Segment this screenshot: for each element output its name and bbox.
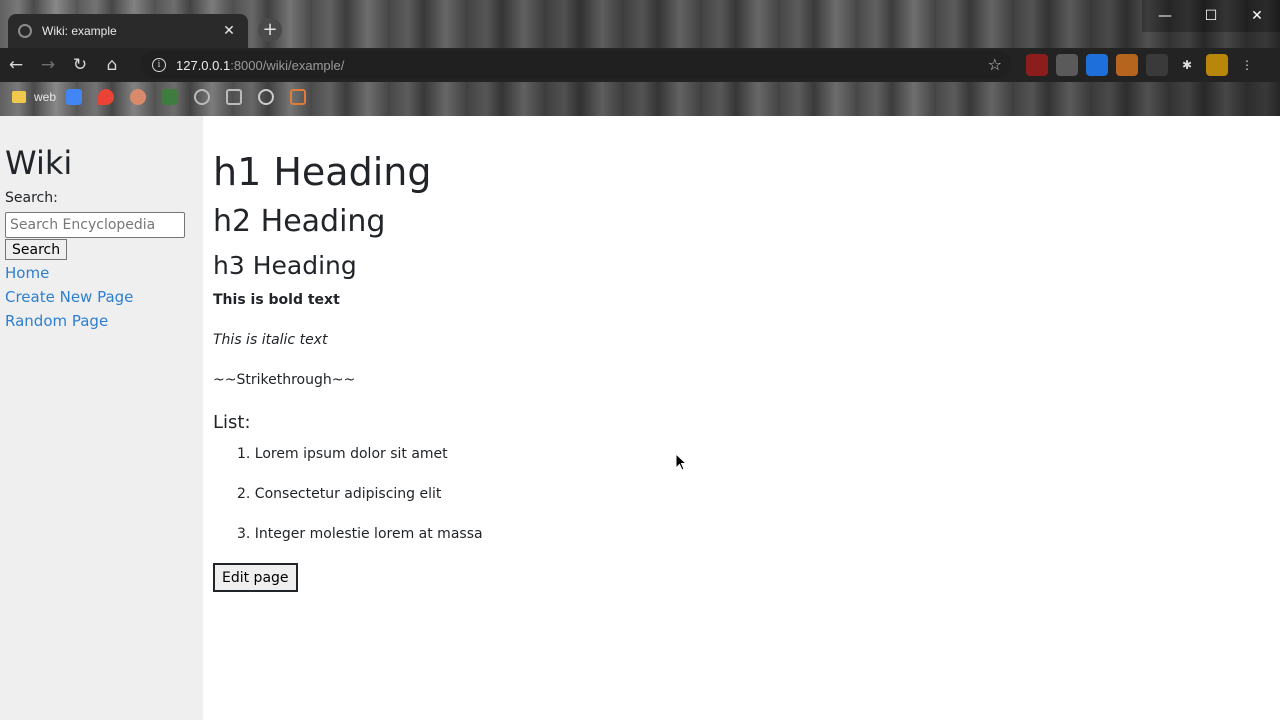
reload-icon[interactable]: ↻	[64, 49, 96, 81]
main-content: h1 Heading h2 Heading h3 Heading This is…	[213, 116, 1273, 720]
new-tab-button[interactable]: +	[258, 18, 282, 42]
map-pin-icon	[98, 89, 115, 105]
bookmark-face[interactable]	[130, 89, 152, 105]
bookmark-box[interactable]	[226, 89, 248, 105]
sidebar-link-home[interactable]: Home	[5, 263, 198, 284]
bookmark-maps[interactable]	[98, 89, 120, 105]
bold-text: This is bold text	[213, 292, 340, 308]
window-controls: — ☐ ✕	[1142, 0, 1280, 32]
mouse-cursor-icon	[675, 453, 687, 471]
list-heading: List:	[213, 412, 251, 433]
minimize-icon[interactable]: —	[1142, 0, 1188, 32]
box-icon	[226, 89, 243, 105]
forward-arrow-icon[interactable]: →	[32, 49, 64, 81]
url-path: :8000/wiki/example/	[230, 57, 345, 73]
browser-tab[interactable]: Wiki: example ✕	[8, 14, 248, 48]
profile-avatar-icon[interactable]	[1206, 54, 1228, 76]
strikethrough-text: ~~Strikethrough~~	[213, 372, 356, 388]
list-item: 2. Consectetur adipiscing elit	[237, 486, 442, 502]
leaf-icon	[162, 89, 179, 105]
ordered-list: 1. Lorem ipsum dolor sit amet 2. Consect…	[237, 446, 483, 566]
folder-icon	[12, 91, 26, 103]
bookmark-circle[interactable]	[194, 89, 216, 105]
search-input[interactable]	[5, 212, 185, 238]
h3-heading: h3 Heading	[213, 251, 357, 280]
list-item: 3. Integer molestie lorem at massa	[237, 526, 483, 542]
sidebar-title: Wiki	[5, 144, 73, 182]
wiki-page: Wiki Search: Search Home Create New Page…	[0, 116, 1280, 720]
bookmark-label: web	[34, 90, 57, 104]
address-bar[interactable]: i 127.0.0.1:8000/wiki/example/ ☆	[140, 51, 1012, 79]
browser-toolbar: ← → ↻ ⌂ i 127.0.0.1:8000/wiki/example/ ☆…	[0, 48, 1280, 82]
circle-icon	[194, 89, 211, 105]
bookmark-star-icon[interactable]: ☆	[988, 55, 1002, 74]
bookmark-lambda[interactable]	[258, 89, 280, 105]
tab-strip: Wiki: example ✕ + — ☐ ✕	[0, 0, 1280, 48]
orange-refresh-icon	[290, 89, 307, 105]
h2-heading: h2 Heading	[213, 204, 386, 239]
bookmark-translate[interactable]	[66, 89, 88, 105]
maximize-icon[interactable]: ☐	[1188, 0, 1234, 32]
sidebar: Wiki Search: Search Home Create New Page…	[0, 116, 203, 720]
close-window-icon[interactable]: ✕	[1234, 0, 1280, 32]
extensions-area: ✱ ⋮	[1022, 48, 1262, 82]
site-info-icon[interactable]: i	[152, 58, 166, 72]
browser-chrome: Wiki: example ✕ + — ☐ ✕ ← → ↻ ⌂ i 127.0.…	[0, 0, 1280, 116]
extension-icon[interactable]	[1056, 54, 1078, 76]
home-icon[interactable]: ⌂	[96, 49, 128, 81]
h1-heading: h1 Heading	[213, 150, 432, 194]
search-label: Search:	[5, 190, 58, 206]
italic-text: This is italic text	[213, 332, 328, 348]
sidebar-link-random-page[interactable]: Random Page	[5, 311, 198, 332]
shield-extension-icon[interactable]	[1086, 54, 1108, 76]
menu-kebab-icon[interactable]: ⋮	[1236, 54, 1258, 76]
edit-page-button[interactable]: Edit page	[213, 563, 298, 592]
bookmark-leaf[interactable]	[162, 89, 184, 105]
bookmark-web[interactable]: web	[12, 90, 56, 104]
tool-extension-icon[interactable]	[1116, 54, 1138, 76]
ublock-extension-icon[interactable]	[1026, 54, 1048, 76]
face-icon	[130, 89, 147, 105]
bookmarks-bar: web	[0, 82, 1280, 112]
tab-favicon-icon	[18, 24, 32, 38]
sidebar-link-create-new-page[interactable]: Create New Page	[5, 287, 198, 308]
puzzle-extensions-icon[interactable]: ✱	[1176, 54, 1198, 76]
list-item: 1. Lorem ipsum dolor sit amet	[237, 446, 448, 462]
square-extension-icon[interactable]	[1146, 54, 1168, 76]
url-host: 127.0.0.1	[176, 57, 231, 73]
bookmark-refresh[interactable]	[290, 89, 312, 105]
back-arrow-icon[interactable]: ←	[0, 49, 32, 81]
tab-close-icon[interactable]: ✕	[220, 23, 238, 39]
translate-icon	[66, 89, 83, 105]
lambda-icon	[258, 89, 275, 105]
tab-title: Wiki: example	[42, 24, 117, 38]
search-button[interactable]: Search	[5, 239, 68, 260]
